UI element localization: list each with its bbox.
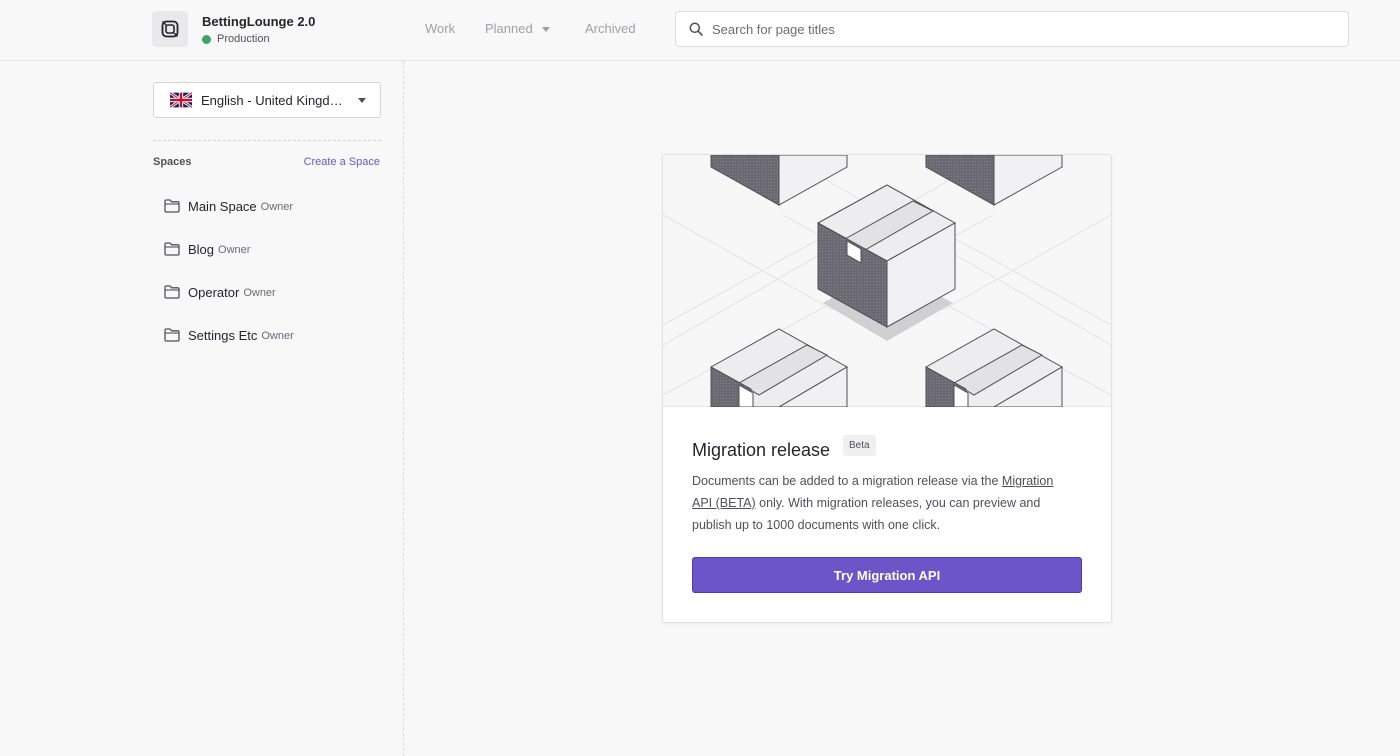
status-dot-icon — [202, 34, 211, 44]
space-role: Owner — [260, 201, 294, 213]
card-title: Migration release — [692, 440, 831, 460]
repo-logo-icon[interactable] — [152, 11, 188, 47]
try-migration-api-button[interactable]: Try Migration API — [692, 557, 1082, 593]
locale-select[interactable]: English - United Kingdom — [153, 82, 381, 118]
folder-icon — [164, 285, 180, 299]
sidebar-item-main-space[interactable]: Main Space Owner — [164, 196, 293, 216]
top-header: BettingLounge 2.0 Production Work Planne… — [0, 0, 1400, 61]
uk-flag-icon — [170, 92, 192, 108]
beta-badge: Beta — [843, 435, 876, 456]
search-input[interactable] — [712, 21, 1312, 37]
environment-label: Production — [217, 33, 270, 45]
sidebar-item-settings-etc[interactable]: Settings Etc Owner — [164, 325, 294, 345]
repository-name[interactable]: BettingLounge 2.0 — [202, 14, 315, 29]
migration-release-card: Migration release Beta Documents can be … — [662, 154, 1112, 623]
chevron-down-icon — [358, 97, 366, 103]
nav-planned[interactable]: Planned — [485, 21, 550, 36]
spaces-heading: Spaces — [153, 156, 192, 168]
space-role: Owner — [243, 287, 276, 299]
space-role: Owner — [261, 330, 294, 342]
nav-archived[interactable]: Archived — [585, 21, 636, 36]
locale-label: English - United Kingdom — [201, 92, 344, 108]
folder-icon — [164, 199, 180, 213]
space-name: Main Space — [188, 198, 257, 214]
desc-text: Documents can be added to a migration re… — [692, 474, 1002, 488]
boxes-illustration — [663, 155, 1111, 408]
search-icon — [689, 22, 703, 36]
sidebar-item-operator[interactable]: Operator Owner — [164, 282, 276, 302]
search-box[interactable] — [675, 11, 1349, 47]
chevron-down-icon — [541, 26, 550, 32]
sidebar-divider — [153, 140, 381, 141]
card-description: Documents can be added to a migration re… — [692, 470, 1072, 536]
space-name: Operator — [188, 284, 240, 300]
nav-planned-label: Planned — [485, 21, 533, 36]
create-space-link[interactable]: Create a Space — [304, 156, 380, 168]
nav-work[interactable]: Work — [425, 21, 455, 36]
space-name: Blog — [188, 241, 215, 257]
space-name: Settings Etc — [188, 327, 258, 343]
space-role: Owner — [218, 244, 251, 256]
folder-icon — [164, 242, 180, 256]
sidebar-item-blog[interactable]: Blog Owner — [164, 239, 250, 259]
environment-status: Production — [202, 33, 270, 45]
folder-icon — [164, 328, 180, 342]
sidebar: English - United Kingdom Spaces Create a… — [0, 61, 404, 756]
